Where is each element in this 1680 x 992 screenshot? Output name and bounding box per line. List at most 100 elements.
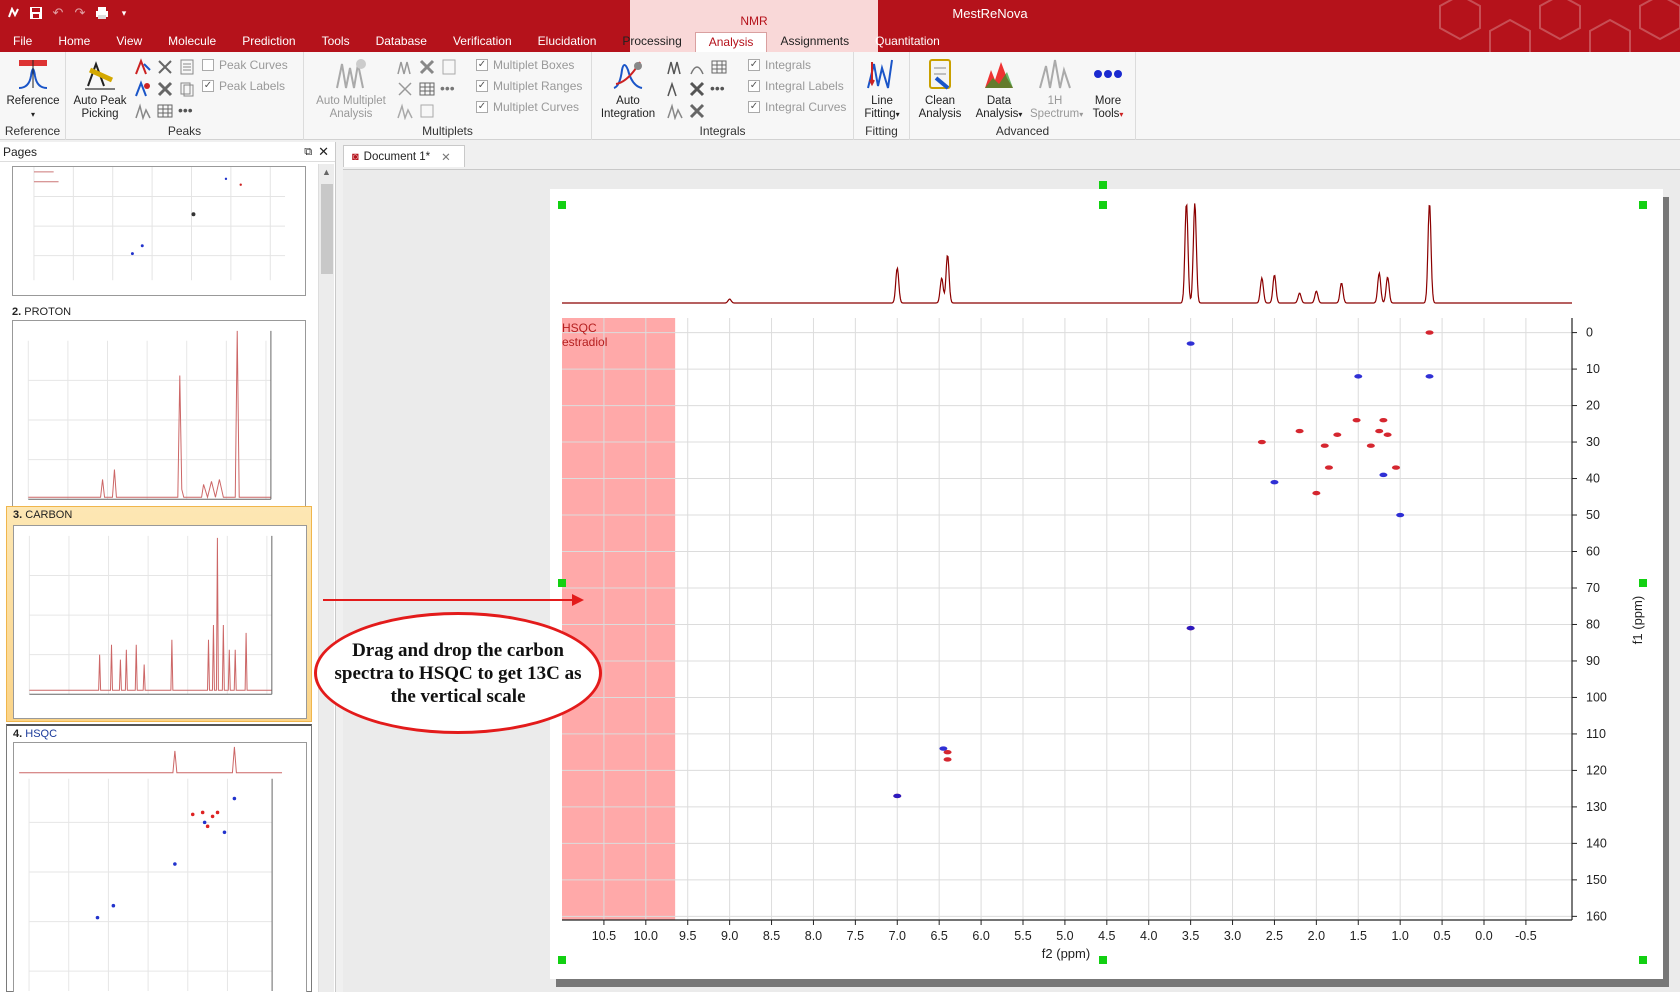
- page-3-preview: [13, 525, 307, 719]
- multiplet-table-icon[interactable]: [440, 58, 458, 76]
- auto-integration-button[interactable]: Auto Integration: [596, 56, 660, 121]
- more-integrals-icon[interactable]: •••: [710, 80, 728, 98]
- menu-verification[interactable]: Verification: [440, 32, 525, 52]
- menu-file[interactable]: File: [0, 32, 45, 52]
- more-peaks-icon[interactable]: •••: [178, 102, 196, 120]
- integral-table-icon[interactable]: [710, 58, 728, 76]
- integral-labels-label: Integral Labels: [765, 79, 844, 93]
- integral-delete-icon[interactable]: [688, 80, 706, 98]
- multiplet-manual-icon[interactable]: [396, 58, 414, 76]
- line-fitting-button[interactable]: Line Fitting▾: [856, 56, 908, 121]
- page-thumbnail-1[interactable]: [6, 166, 312, 302]
- grid-icon[interactable]: [156, 102, 174, 120]
- multiplet-boxes-checkbox[interactable]: ✓ Multiplet Boxes: [476, 58, 574, 72]
- page-4-preview: [13, 742, 307, 992]
- menu-prediction[interactable]: Prediction: [229, 32, 308, 52]
- float-panel-icon[interactable]: ⧉: [304, 142, 312, 162]
- reference-button[interactable]: Reference ▾: [4, 56, 62, 121]
- multiplet-curves-checkbox[interactable]: ✓ Multiplet Curves: [476, 100, 579, 114]
- integral-pick-icon[interactable]: [666, 80, 684, 98]
- more-tools-label: More Tools: [1092, 95, 1122, 120]
- menu-molecule[interactable]: Molecule: [155, 32, 229, 52]
- app-logo-icon[interactable]: [6, 5, 22, 21]
- integral-curves-checkbox[interactable]: ✓ Integral Curves: [748, 100, 846, 114]
- advanced-group: Clean Analysis Data Analysis▾ 1H Spectru…: [910, 52, 1136, 140]
- menu-elucidation[interactable]: Elucidation: [525, 32, 610, 52]
- menu-quantitation[interactable]: Quantitation: [862, 32, 953, 52]
- title-bar: NMR ↶ ↷ ▾ MestReNova File Home View Molecul…: [0, 0, 1680, 52]
- multiplet-ranges-checkbox[interactable]: ✓ Multiplet Ranges: [476, 79, 582, 93]
- multiplet-boxes-label: Multiplet Boxes: [493, 58, 575, 72]
- page-thumbnail-4[interactable]: 4. HSQC: [6, 724, 312, 992]
- clean-analysis-button[interactable]: Clean Analysis: [914, 56, 966, 121]
- menu-bar: File Home View Molecule Prediction Tools Datab…: [0, 32, 953, 52]
- menu-assignments[interactable]: Assignments: [767, 32, 862, 52]
- save-icon[interactable]: [28, 5, 44, 21]
- close-panel-icon[interactable]: ✕: [318, 142, 329, 162]
- page-thumbnail-3-selected[interactable]: 3. CARBON: [6, 506, 312, 722]
- reference-button-label: Reference: [6, 95, 60, 107]
- document-tab[interactable]: ◙ Document 1* ✕: [343, 145, 465, 167]
- auto-peak-picking-button[interactable]: Auto Peak Picking: [72, 56, 128, 121]
- undo-icon[interactable]: ↶: [50, 5, 66, 21]
- peak-copy-icon[interactable]: [178, 80, 196, 98]
- data-analysis-icon: [985, 62, 1013, 88]
- clean-analysis-icon: [929, 59, 951, 90]
- menu-home[interactable]: Home: [45, 32, 103, 52]
- peak-table-icon[interactable]: [178, 58, 196, 76]
- menu-tools[interactable]: Tools: [309, 32, 363, 52]
- menu-analysis[interactable]: Analysis: [694, 32, 768, 52]
- multiplet-grid-icon[interactable]: [418, 80, 436, 98]
- integrals-checkbox[interactable]: ✓ Integrals: [748, 58, 811, 72]
- multiplet-delete-icon[interactable]: [418, 58, 436, 76]
- peak-curves-checkbox[interactable]: Peak Curves: [202, 58, 288, 72]
- print-icon[interactable]: [94, 5, 110, 21]
- document-canvas[interactable]: [343, 169, 1680, 992]
- peak-delete-icon[interactable]: [156, 58, 174, 76]
- more-tools-button[interactable]: More Tools▾: [1082, 56, 1134, 121]
- integral-tools-icon[interactable]: [688, 102, 706, 120]
- ribbon-toolbar: Reference ▾ Reference Auto Peak Picking •…: [0, 52, 1680, 140]
- scrollbar-thumb[interactable]: [321, 184, 333, 274]
- integral-edit-icon[interactable]: [688, 58, 706, 76]
- peak-manual-icon[interactable]: [134, 58, 152, 76]
- integral-fit-icon[interactable]: [666, 102, 684, 120]
- redo-icon[interactable]: ↷: [72, 5, 88, 21]
- fitting-group: Line Fitting▾ Fitting: [854, 52, 910, 140]
- pages-panel: Pages ⧉ ✕ ▲ 2. PROTON 3. CARBON 4. HSQC: [0, 142, 336, 992]
- 1h-spectrum-button[interactable]: 1H Spectrum▾: [1030, 56, 1083, 121]
- menu-processing[interactable]: Processing: [609, 32, 694, 52]
- auto-integration-label: Auto Integration: [600, 95, 656, 120]
- 1h-spectrum-label: 1H Spectrum: [1030, 95, 1080, 120]
- multiplet-edit-icon[interactable]: [396, 80, 414, 98]
- integral-curves-label: Integral Curves: [765, 100, 847, 114]
- spectrum-icon: [1039, 59, 1071, 89]
- close-tab-icon[interactable]: ✕: [441, 150, 451, 164]
- peak-fit-icon[interactable]: [134, 102, 152, 120]
- advanced-group-label: Advanced: [995, 124, 1050, 138]
- peak-labels-checkbox[interactable]: ✓ Peak Labels: [202, 79, 285, 93]
- menu-view[interactable]: View: [103, 32, 155, 52]
- quick-access-toolbar: ↶ ↷ ▾: [6, 5, 132, 21]
- customize-toolbar-icon[interactable]: ▾: [116, 5, 132, 21]
- integral-labels-checkbox[interactable]: ✓ Integral Labels: [748, 79, 844, 93]
- multiplet-report-icon[interactable]: [418, 102, 436, 120]
- integrals-group-label: Integrals: [699, 124, 746, 138]
- more-multiplets-icon[interactable]: •••: [440, 80, 458, 98]
- multiplet-curves-label: Multiplet Curves: [493, 100, 580, 114]
- page-2-title: 2. PROTON: [12, 306, 72, 318]
- page-1-preview: [12, 166, 306, 296]
- multiplets-group: Auto Multiplet Analysis ••• ✓ Multiplet B…: [304, 52, 592, 140]
- menu-database[interactable]: Database: [363, 32, 440, 52]
- reference-group: Reference ▾ Reference: [0, 52, 66, 140]
- page-thumbnail-2[interactable]: 2. PROTON: [6, 304, 312, 526]
- auto-multiplet-analysis-button[interactable]: Auto Multiplet Analysis: [310, 56, 392, 121]
- integral-manual-icon[interactable]: [666, 58, 684, 76]
- data-analysis-button[interactable]: Data Analysis▾: [970, 56, 1028, 121]
- nmr-context-label: NMR: [740, 14, 768, 28]
- pages-scrollbar[interactable]: ▲: [318, 164, 334, 992]
- peak-pick-icon[interactable]: [134, 80, 152, 98]
- scroll-up-icon[interactable]: ▲: [322, 167, 331, 177]
- peak-tools-icon[interactable]: [156, 80, 174, 98]
- multiplet-fit-icon[interactable]: [396, 102, 414, 120]
